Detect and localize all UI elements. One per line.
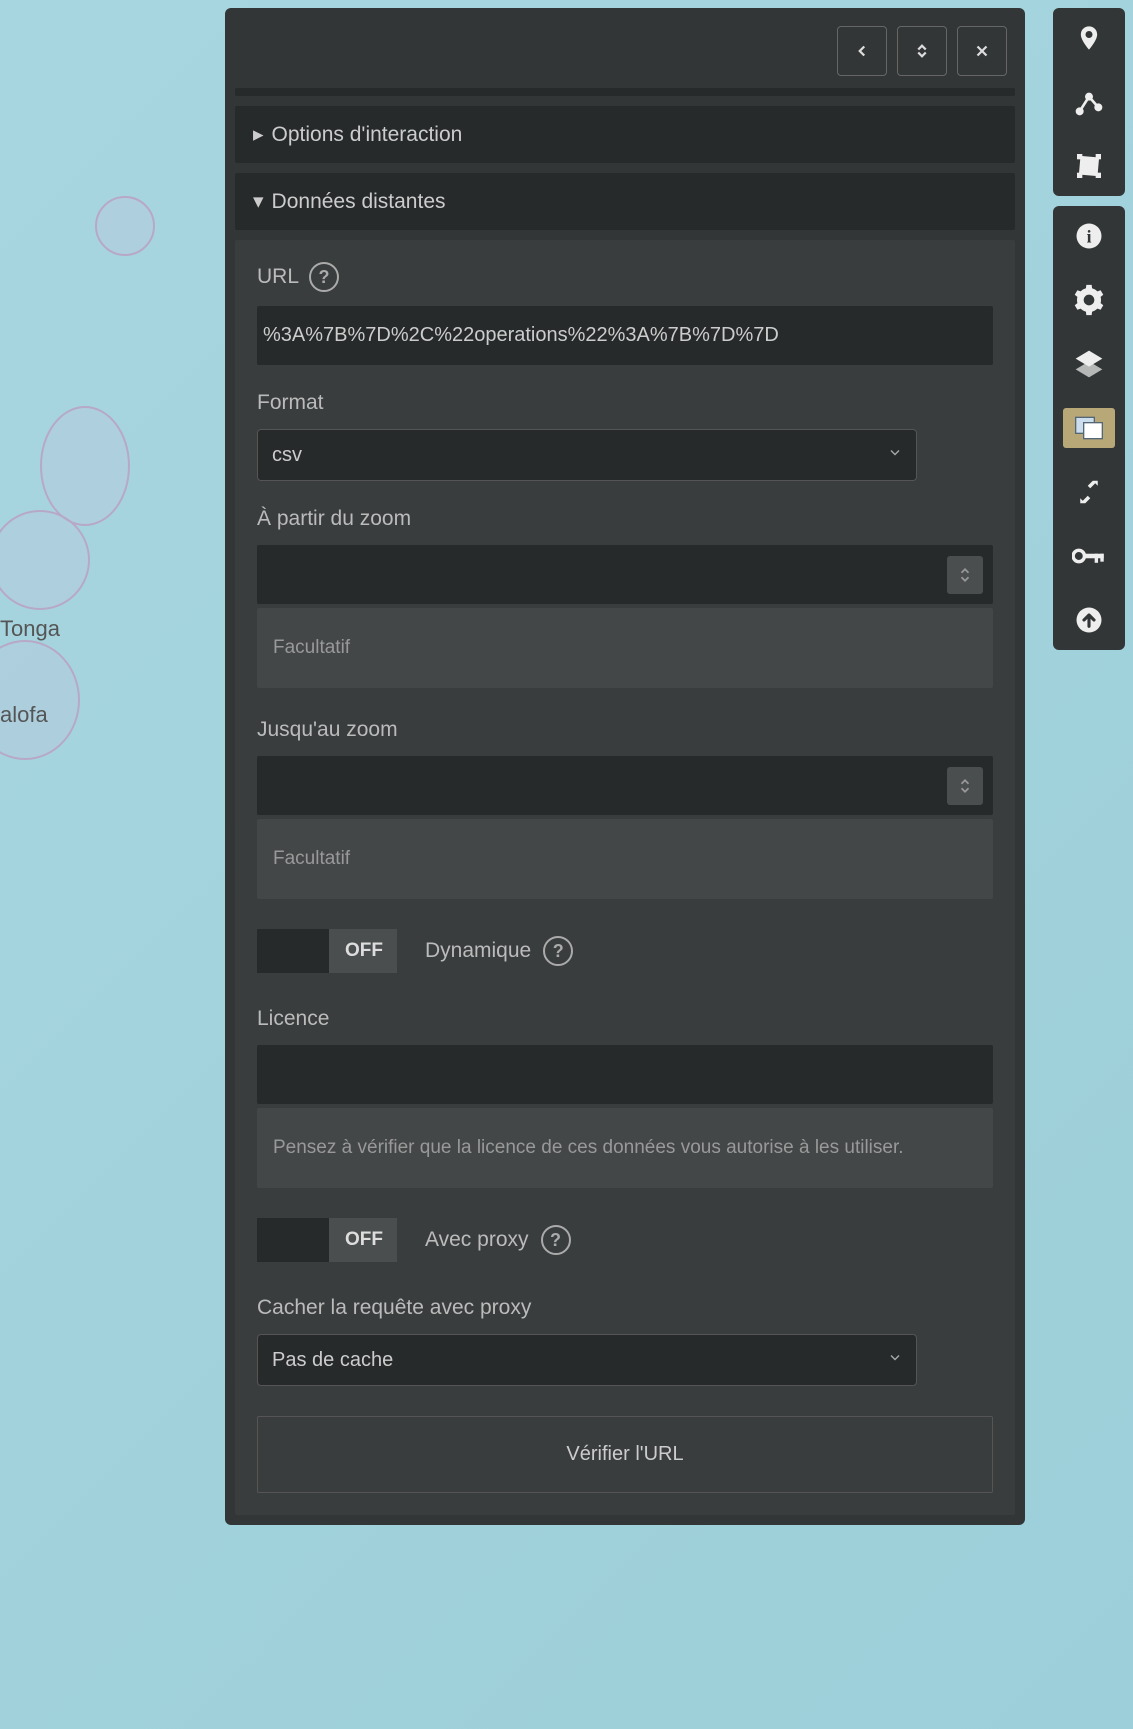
from-zoom-input[interactable] bbox=[257, 545, 993, 604]
until-zoom-input[interactable] bbox=[257, 756, 993, 815]
tilelayers-tool[interactable] bbox=[1063, 408, 1115, 448]
from-zoom-label: À partir du zoom bbox=[257, 507, 993, 531]
map-tools-group: i bbox=[1053, 206, 1125, 650]
map-feature bbox=[0, 510, 90, 610]
layers-tool[interactable] bbox=[1069, 344, 1109, 384]
back-button[interactable] bbox=[837, 26, 887, 76]
proxy-row: OFF Avec proxy ? bbox=[257, 1218, 993, 1262]
format-select[interactable]: csv bbox=[257, 429, 917, 481]
map-feature bbox=[0, 640, 80, 760]
licence-label: Licence bbox=[257, 1007, 993, 1031]
cache-label: Cacher la requête avec proxy bbox=[257, 1296, 993, 1320]
proxy-toggle[interactable]: OFF bbox=[257, 1218, 397, 1262]
toggle-state: OFF bbox=[345, 940, 383, 962]
until-zoom-wrap bbox=[257, 756, 993, 815]
dynamic-label: Dynamique ? bbox=[425, 936, 573, 966]
help-icon[interactable]: ? bbox=[541, 1225, 571, 1255]
import-tool[interactable] bbox=[1069, 600, 1109, 640]
licence-hint: Pensez à vérifier que la licence de ces … bbox=[257, 1108, 993, 1188]
from-zoom-wrap bbox=[257, 545, 993, 604]
toggle-state: OFF bbox=[345, 1229, 383, 1251]
section-interaction-options[interactable]: ▸ Options d'interaction bbox=[235, 106, 1015, 163]
toggle-handle bbox=[257, 1218, 329, 1262]
dynamic-label-text: Dynamique bbox=[425, 939, 531, 963]
panel-header bbox=[235, 18, 1015, 88]
center-tool[interactable] bbox=[1069, 472, 1109, 512]
info-tool[interactable]: i bbox=[1069, 216, 1109, 256]
until-zoom-label: Jusqu'au zoom bbox=[257, 718, 993, 742]
map-label-tonga: Tonga bbox=[0, 616, 60, 642]
settings-panel: ▸ Options d'interaction ▾ Données distan… bbox=[225, 8, 1025, 1525]
expand-button[interactable] bbox=[897, 26, 947, 76]
cache-select[interactable]: Pas de cache bbox=[257, 1334, 917, 1386]
draw-tools-group bbox=[1053, 8, 1125, 196]
spinner-buttons[interactable] bbox=[947, 556, 983, 594]
format-select-wrap: csv bbox=[257, 429, 917, 481]
until-zoom-hint: Facultatif bbox=[257, 819, 993, 899]
toggle-handle bbox=[257, 929, 329, 973]
chevron-down-icon: ▾ bbox=[253, 189, 264, 214]
from-zoom-hint: Facultatif bbox=[257, 608, 993, 688]
polyline-tool[interactable] bbox=[1069, 82, 1109, 122]
chevron-right-icon: ▸ bbox=[253, 122, 264, 147]
help-icon[interactable]: ? bbox=[543, 936, 573, 966]
help-icon[interactable]: ? bbox=[309, 262, 339, 292]
format-label: Format bbox=[257, 391, 993, 415]
section-divider bbox=[235, 88, 1015, 96]
dynamic-row: OFF Dynamique ? bbox=[257, 929, 993, 973]
url-input[interactable] bbox=[257, 306, 993, 365]
section-title: Données distantes bbox=[272, 190, 446, 214]
settings-tool[interactable] bbox=[1069, 280, 1109, 320]
map-label-alofa: alofa bbox=[0, 702, 48, 728]
cache-select-wrap: Pas de cache bbox=[257, 1334, 917, 1386]
section-title: Options d'interaction bbox=[272, 123, 463, 147]
url-label: URL ? bbox=[257, 262, 993, 292]
spinner-buttons[interactable] bbox=[947, 767, 983, 805]
verify-url-button[interactable]: Vérifier l'URL bbox=[257, 1416, 993, 1493]
section-remote-data[interactable]: ▾ Données distantes bbox=[235, 173, 1015, 230]
close-button[interactable] bbox=[957, 26, 1007, 76]
svg-text:i: i bbox=[1087, 226, 1092, 246]
licence-input[interactable] bbox=[257, 1045, 993, 1104]
polygon-tool[interactable] bbox=[1069, 146, 1109, 186]
proxy-label-text: Avec proxy bbox=[425, 1228, 529, 1252]
proxy-label: Avec proxy ? bbox=[425, 1225, 571, 1255]
dynamic-toggle[interactable]: OFF bbox=[257, 929, 397, 973]
remote-data-body: URL ? Format csv À partir du zoom Facult… bbox=[235, 240, 1015, 1515]
permissions-tool[interactable] bbox=[1069, 536, 1109, 576]
map-feature bbox=[40, 406, 130, 526]
marker-tool[interactable] bbox=[1069, 18, 1109, 58]
right-toolbar: i bbox=[1053, 8, 1125, 650]
map-feature bbox=[95, 196, 155, 256]
url-label-text: URL bbox=[257, 265, 299, 289]
